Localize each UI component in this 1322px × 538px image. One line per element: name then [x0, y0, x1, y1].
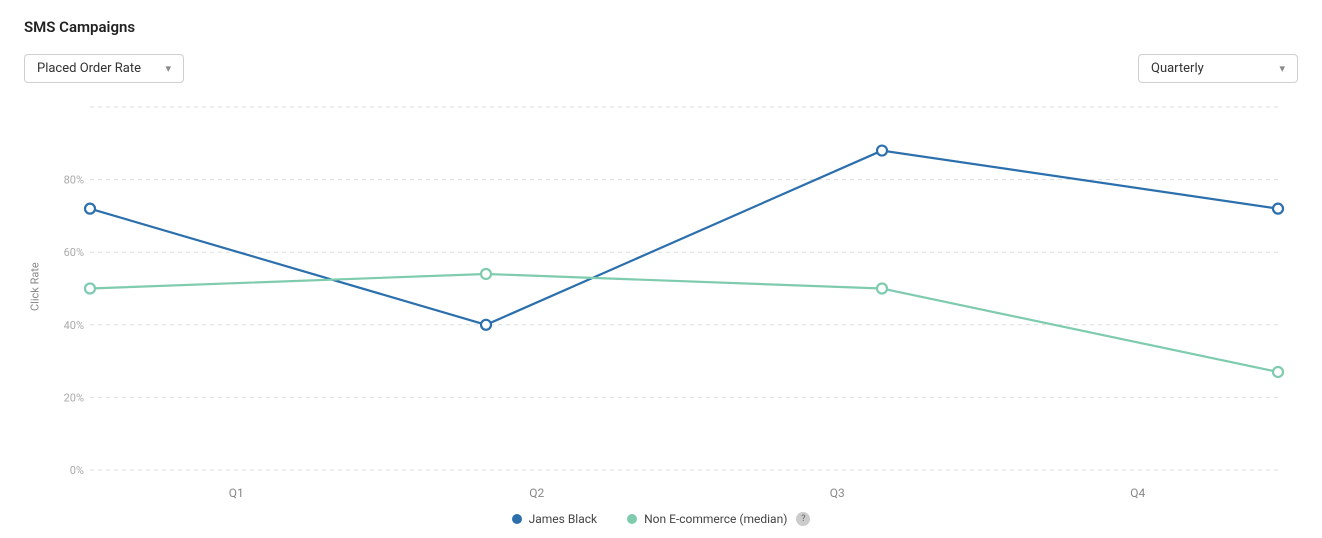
period-dropdown[interactable]: Quarterly ▾ [1138, 54, 1298, 83]
legend-dot-blue [512, 514, 522, 524]
legend-label-james-black: James Black [529, 512, 598, 526]
legend-label-non-ecommerce: Non E-commerce (median) [644, 512, 787, 526]
chart-svg: 0% 20% 40% 60% 80% [46, 93, 1298, 480]
metric-dropdown-chevron: ▾ [165, 62, 171, 75]
svg-text:60%: 60% [64, 246, 84, 259]
svg-text:80%: 80% [64, 174, 84, 187]
y-axis-label: Click Rate [24, 103, 46, 470]
page-title: SMS Campaigns [24, 18, 1298, 36]
chart-area: Click Rate 0% 20% 40% 60% 80% Q1Q2Q3Q4 [24, 93, 1298, 500]
chart-inner: 0% 20% 40% 60% 80% Q1Q2Q3Q4 [46, 93, 1298, 500]
svg-text:20%: 20% [64, 391, 84, 404]
help-icon[interactable]: ? [796, 512, 810, 526]
x-label-q1: Q1 [86, 486, 387, 500]
period-dropdown-label: Quarterly [1151, 61, 1204, 76]
legend: James Black Non E-commerce (median) ? [24, 512, 1298, 526]
svg-text:40%: 40% [64, 319, 84, 332]
metric-dropdown[interactable]: Placed Order Rate ▾ [24, 54, 184, 83]
legend-item-james-black: James Black [512, 512, 598, 526]
metric-dropdown-label: Placed Order Rate [37, 61, 141, 76]
legend-item-non-ecommerce: Non E-commerce (median) ? [627, 512, 810, 526]
x-axis-labels: Q1Q2Q3Q4 [46, 480, 1298, 500]
svg-text:0%: 0% [70, 464, 84, 477]
period-dropdown-chevron: ▾ [1279, 62, 1285, 75]
x-label-q4: Q4 [988, 486, 1289, 500]
chart-canvas-wrap: 0% 20% 40% 60% 80% [46, 93, 1298, 480]
x-label-q3: Q3 [687, 486, 988, 500]
controls-row: Placed Order Rate ▾ Quarterly ▾ [24, 54, 1298, 83]
x-label-q2: Q2 [387, 486, 688, 500]
legend-dot-green [627, 514, 637, 524]
